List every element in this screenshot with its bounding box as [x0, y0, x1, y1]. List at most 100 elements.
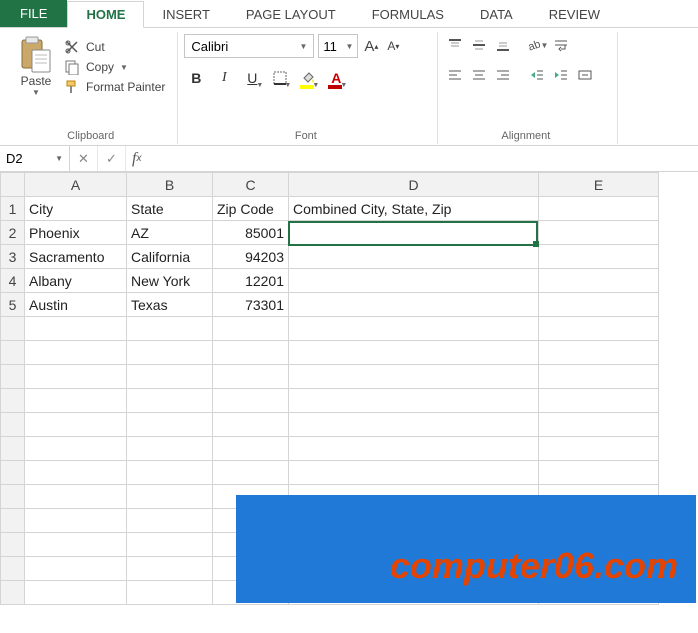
row-header[interactable]	[1, 341, 25, 365]
fx-icon[interactable]: fx	[126, 146, 147, 171]
row-header-1[interactable]: 1	[1, 197, 25, 221]
col-header-C[interactable]: C	[213, 173, 289, 197]
cell[interactable]: Phoenix	[25, 221, 127, 245]
cell[interactable]	[539, 365, 659, 389]
cell-D2[interactable]	[289, 221, 539, 245]
cell[interactable]: California	[127, 245, 213, 269]
row-header[interactable]	[1, 437, 25, 461]
align-center-button[interactable]	[468, 64, 490, 86]
row-header[interactable]	[1, 365, 25, 389]
cell[interactable]	[127, 437, 213, 461]
align-bottom-button[interactable]	[492, 34, 514, 56]
cancel-formula-button[interactable]: ✕	[70, 146, 98, 171]
col-header-B[interactable]: B	[127, 173, 213, 197]
cell[interactable]: City	[25, 197, 127, 221]
grow-font-button[interactable]: A▴	[362, 34, 380, 58]
row-header[interactable]	[1, 413, 25, 437]
cell[interactable]	[127, 557, 213, 581]
increase-indent-button[interactable]	[550, 64, 572, 86]
paste-button[interactable]: Paste ▼	[14, 34, 58, 128]
col-header-A[interactable]: A	[25, 173, 127, 197]
cell[interactable]	[25, 413, 127, 437]
tab-data[interactable]: DATA	[462, 2, 531, 27]
tab-review[interactable]: REVIEW	[531, 2, 618, 27]
cell[interactable]	[289, 293, 539, 317]
cell[interactable]: Austin	[25, 293, 127, 317]
align-left-button[interactable]	[444, 64, 466, 86]
cell[interactable]	[25, 581, 127, 605]
align-top-button[interactable]	[444, 34, 466, 56]
cell[interactable]	[289, 413, 539, 437]
cell[interactable]	[289, 317, 539, 341]
copy-button[interactable]: Copy ▼	[62, 58, 167, 76]
align-middle-button[interactable]	[468, 34, 490, 56]
cell[interactable]	[289, 365, 539, 389]
name-box[interactable]: D2 ▼	[0, 146, 70, 171]
cell[interactable]	[213, 389, 289, 413]
tab-insert[interactable]: INSERT	[144, 2, 227, 27]
cell[interactable]	[25, 533, 127, 557]
enter-formula-button[interactable]: ✓	[98, 146, 126, 171]
cell[interactable]	[127, 317, 213, 341]
cell[interactable]	[25, 437, 127, 461]
cell[interactable]	[539, 245, 659, 269]
cell[interactable]	[539, 461, 659, 485]
cell[interactable]	[127, 485, 213, 509]
row-header[interactable]	[1, 485, 25, 509]
font-name-select[interactable]: Calibri ▼	[184, 34, 314, 58]
cell[interactable]	[127, 413, 213, 437]
tab-home[interactable]: HOME	[67, 1, 144, 28]
row-header-3[interactable]: 3	[1, 245, 25, 269]
row-header-4[interactable]: 4	[1, 269, 25, 293]
copy-dropdown[interactable]: ▼	[120, 63, 128, 72]
cell[interactable]	[213, 413, 289, 437]
orientation-button[interactable]: ab▼	[526, 34, 548, 56]
font-color-button[interactable]: A ▼	[324, 66, 348, 90]
cell[interactable]	[289, 389, 539, 413]
fill-color-button[interactable]: ▼	[296, 66, 320, 90]
borders-button[interactable]: ▼	[268, 66, 292, 90]
row-header[interactable]	[1, 317, 25, 341]
col-header-D[interactable]: D	[289, 173, 539, 197]
cell[interactable]	[127, 461, 213, 485]
cell[interactable]	[25, 509, 127, 533]
formula-input[interactable]	[147, 146, 698, 171]
tab-file[interactable]: FILE	[0, 0, 67, 27]
row-header-5[interactable]: 5	[1, 293, 25, 317]
cell[interactable]	[213, 317, 289, 341]
cell[interactable]	[539, 389, 659, 413]
cell[interactable]	[25, 389, 127, 413]
italic-button[interactable]: I	[212, 66, 236, 90]
row-header[interactable]	[1, 533, 25, 557]
bold-button[interactable]: B	[184, 66, 208, 90]
row-header[interactable]	[1, 509, 25, 533]
cell[interactable]	[127, 389, 213, 413]
row-header[interactable]	[1, 389, 25, 413]
select-all-corner[interactable]	[1, 173, 25, 197]
paste-dropdown[interactable]: ▼	[32, 88, 40, 97]
cell[interactable]: Texas	[127, 293, 213, 317]
cell[interactable]: 94203	[213, 245, 289, 269]
cell[interactable]	[289, 245, 539, 269]
cell[interactable]	[539, 269, 659, 293]
cell[interactable]: 12201	[213, 269, 289, 293]
cell[interactable]: AZ	[127, 221, 213, 245]
cell[interactable]	[213, 437, 289, 461]
merge-center-button[interactable]	[574, 64, 596, 86]
cell[interactable]	[127, 365, 213, 389]
cell[interactable]	[539, 197, 659, 221]
cell[interactable]	[25, 365, 127, 389]
cell[interactable]: New York	[127, 269, 213, 293]
cell[interactable]	[289, 269, 539, 293]
tab-page-layout[interactable]: PAGE LAYOUT	[228, 2, 354, 27]
cell[interactable]: State	[127, 197, 213, 221]
row-header[interactable]	[1, 461, 25, 485]
cell[interactable]	[539, 413, 659, 437]
align-right-button[interactable]	[492, 64, 514, 86]
cell[interactable]	[289, 341, 539, 365]
row-header[interactable]	[1, 581, 25, 605]
cell[interactable]: 85001	[213, 221, 289, 245]
cell[interactable]	[539, 221, 659, 245]
cell[interactable]: Zip Code	[213, 197, 289, 221]
cell[interactable]	[213, 461, 289, 485]
